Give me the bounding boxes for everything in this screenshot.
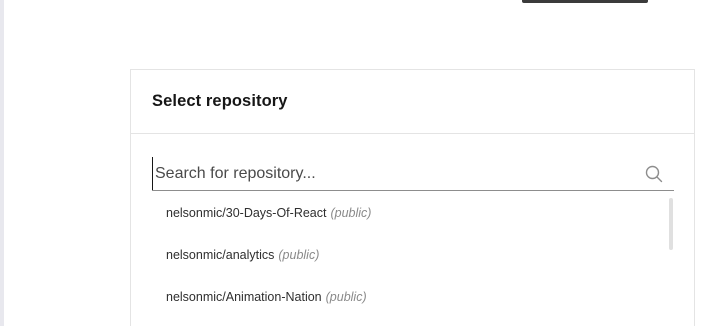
repository-name: nelsonmic/analytics (166, 248, 275, 262)
repository-name: nelsonmic/30-Days-Of-React (166, 206, 327, 220)
repository-list: nelsonmic/30-Days-Of-React (public) nels… (152, 192, 674, 326)
repository-visibility: (public) (330, 206, 372, 220)
list-scrollbar[interactable] (669, 198, 673, 250)
repository-item[interactable]: nelsonmic/Animation-Nation (public) (152, 276, 674, 318)
search-field (152, 157, 674, 191)
select-repository-panel: Select repository nelsonmic/30-Days-Of-R… (130, 69, 695, 326)
repository-name: nelsonmic/Animation-Nation (166, 290, 322, 304)
repository-visibility: (public) (325, 290, 367, 304)
panel-header: Select repository (131, 70, 694, 134)
search-icon[interactable] (644, 164, 664, 184)
panel-title: Select repository (152, 92, 288, 110)
repository-item[interactable]: nelsonmic/analytics (public) (152, 234, 674, 276)
repository-visibility: (public) (278, 248, 320, 262)
search-input[interactable] (152, 157, 644, 190)
page: Select repository nelsonmic/30-Days-Of-R… (0, 0, 720, 326)
repository-item[interactable]: nelsonmic/30-Days-Of-React (public) (152, 192, 674, 234)
left-rail (0, 0, 4, 326)
top-bar (522, 0, 648, 3)
